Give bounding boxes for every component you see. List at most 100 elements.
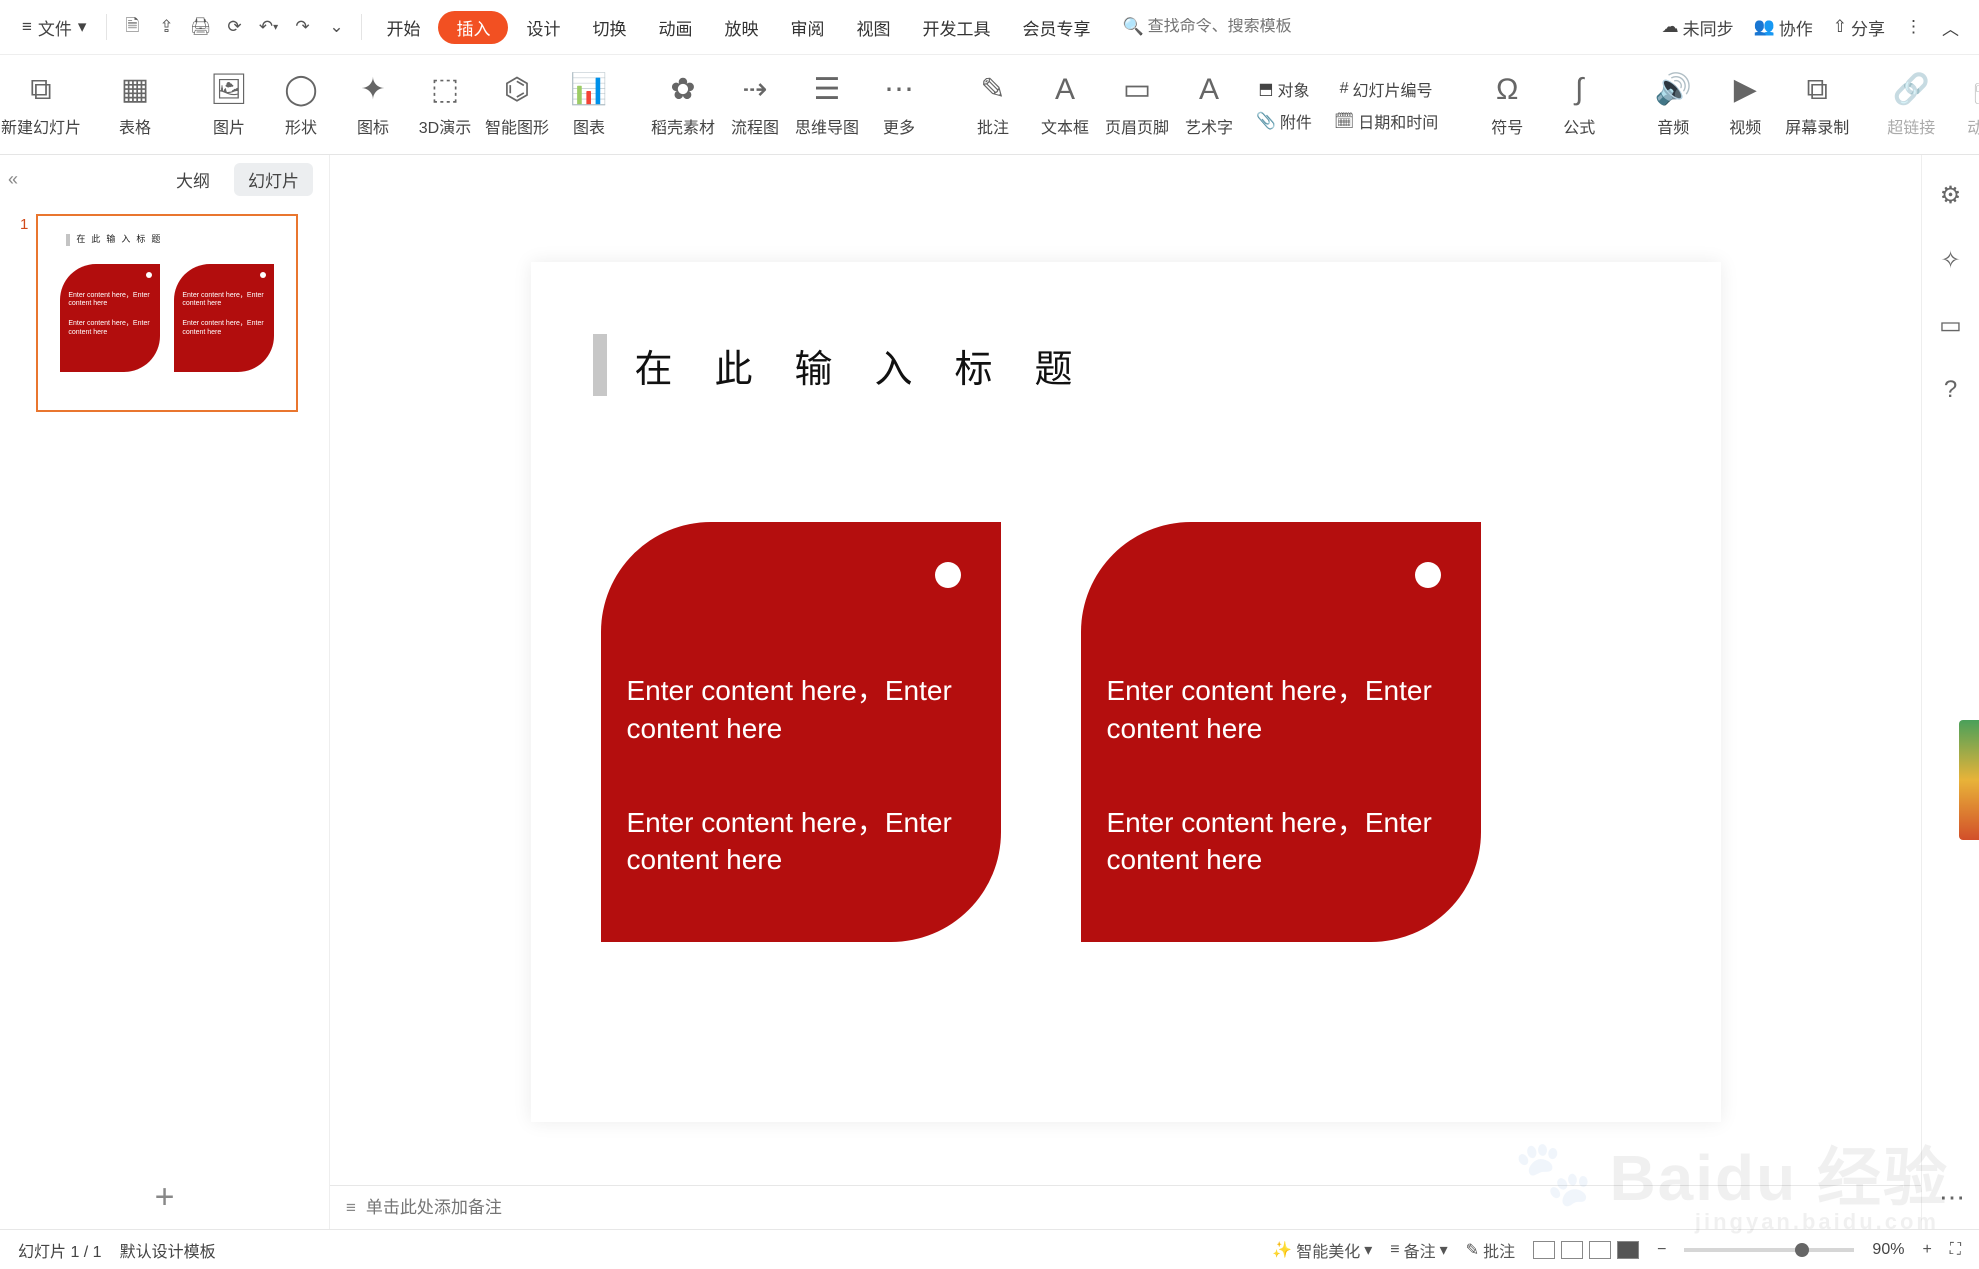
zoom-out-button[interactable]: − bbox=[1657, 1241, 1666, 1259]
tab-animation[interactable]: 动画 bbox=[644, 9, 706, 46]
object-button[interactable]: ⬒对象 bbox=[1256, 77, 1312, 101]
flowchart-button[interactable]: ⇢流程图 bbox=[730, 72, 780, 138]
comment-icon: ✎ bbox=[1466, 1240, 1479, 1260]
undo-button[interactable]: ↶▾ bbox=[253, 12, 283, 42]
notes-bar[interactable]: ≡ bbox=[330, 1185, 1921, 1229]
object-icon: ⬒ bbox=[1258, 79, 1273, 99]
video-button[interactable]: ▶视频 bbox=[1720, 72, 1770, 138]
tab-design[interactable]: 设计 bbox=[512, 9, 574, 46]
equation-button[interactable]: ∫公式 bbox=[1554, 72, 1604, 138]
print-preview-button[interactable]: ⇪ bbox=[151, 12, 181, 42]
tab-devtools[interactable]: 开发工具 bbox=[908, 9, 1004, 46]
outline-tab[interactable]: 大纲 bbox=[162, 163, 224, 196]
wordart-button[interactable]: A艺术字 bbox=[1184, 72, 1234, 138]
notes-input[interactable] bbox=[366, 1198, 1905, 1218]
settings-icon[interactable]: ⚙ bbox=[1940, 181, 1962, 210]
textbox-button[interactable]: A文本框 bbox=[1040, 72, 1090, 138]
slide-canvas[interactable]: 在此输入标题 Enter content here，Enter content … bbox=[531, 262, 1721, 1122]
normal-view-button[interactable] bbox=[1533, 1241, 1555, 1259]
search-icon: 🔍 bbox=[1122, 17, 1143, 37]
content-card-2[interactable]: Enter content here，Enter content here En… bbox=[1081, 522, 1481, 942]
separator bbox=[361, 14, 362, 40]
chevron-down-icon: ⌄ bbox=[329, 17, 343, 37]
thumbnail-list[interactable]: 1 在此输入标题 Enter content here，Enter conten… bbox=[0, 204, 329, 1166]
headerfooter-button[interactable]: ▭页眉页脚 bbox=[1112, 72, 1162, 138]
action-button[interactable]: 🖱动作 bbox=[1958, 72, 1979, 138]
new-slide-icon: ⧉ bbox=[30, 72, 51, 108]
tab-review[interactable]: 审阅 bbox=[776, 9, 838, 46]
thumb-number: 1 bbox=[20, 214, 28, 412]
screenrec-icon: ⧉ bbox=[1807, 72, 1828, 108]
more-quick-button[interactable]: ⌄ bbox=[321, 12, 351, 42]
slides-tab[interactable]: 幻灯片 bbox=[234, 163, 313, 196]
picture-icon: 🖼 bbox=[210, 72, 248, 108]
file-menu[interactable]: ≡ 文件 ▾ bbox=[12, 11, 96, 44]
slideshow-view-button[interactable] bbox=[1617, 1241, 1639, 1259]
icons-button[interactable]: ✦图标 bbox=[348, 72, 398, 138]
mindmap-button[interactable]: ☰思维导图 bbox=[802, 72, 852, 138]
notes-icon: ≡ bbox=[346, 1198, 356, 1218]
chart-button[interactable]: 📊图表 bbox=[564, 72, 614, 138]
slide-number-button[interactable]: #幻灯片编号 bbox=[1334, 77, 1438, 101]
attachment-button[interactable]: 📎附件 bbox=[1256, 109, 1312, 133]
screenrec-button[interactable]: ⧉屏幕录制 bbox=[1792, 72, 1842, 138]
comments-toggle-button[interactable]: ✎批注 bbox=[1466, 1238, 1515, 1262]
redo-icon: ↷ bbox=[295, 17, 309, 37]
symbol-button[interactable]: Ω符号 bbox=[1482, 72, 1532, 138]
more-insert-button[interactable]: ⋯更多 bbox=[874, 72, 924, 138]
share-button[interactable]: ⇧ 分享 bbox=[1825, 11, 1893, 44]
docer-button[interactable]: ✿稻壳素材 bbox=[658, 72, 708, 138]
tab-insert[interactable]: 插入 bbox=[438, 11, 508, 44]
thumbnail-item[interactable]: 1 在此输入标题 Enter content here，Enter conten… bbox=[20, 214, 309, 412]
collapse-ribbon-button[interactable]: ︿ bbox=[1934, 11, 1967, 44]
side-handle[interactable] bbox=[1959, 720, 1979, 840]
tab-member[interactable]: 会员专享 bbox=[1008, 9, 1104, 46]
3d-present-button[interactable]: ⬚3D演示 bbox=[420, 72, 470, 138]
undo-icon: ↶ bbox=[259, 17, 273, 37]
smartart-button[interactable]: ⌬智能图形 bbox=[492, 72, 542, 138]
redo-button[interactable]: ↷ bbox=[287, 12, 317, 42]
tab-start[interactable]: 开始 bbox=[372, 9, 434, 46]
slide-editor[interactable]: 在此输入标题 Enter content here，Enter content … bbox=[330, 155, 1921, 1229]
tab-slideshow[interactable]: 放映 bbox=[710, 9, 772, 46]
shapes-button[interactable]: ◯形状 bbox=[276, 72, 326, 138]
tab-transition[interactable]: 切换 bbox=[578, 9, 640, 46]
coop-button[interactable]: 👥 协作 bbox=[1746, 11, 1821, 44]
comment-button[interactable]: ✎批注 bbox=[968, 72, 1018, 138]
mindmap-icon: ☰ bbox=[814, 72, 841, 108]
content-card-1[interactable]: Enter content here，Enter content here En… bbox=[601, 522, 1001, 942]
print-button[interactable]: 🖨 bbox=[185, 12, 215, 42]
thumbnail-preview[interactable]: 在此输入标题 Enter content here，Enter content … bbox=[36, 214, 298, 412]
save-button[interactable]: 🗎 bbox=[117, 12, 147, 42]
refresh-button[interactable]: ⟳ bbox=[219, 12, 249, 42]
tab-view[interactable]: 视图 bbox=[842, 9, 904, 46]
datetime-button[interactable]: 🗓日期和时间 bbox=[1334, 109, 1438, 133]
notes-toggle-button[interactable]: ≡备注▾ bbox=[1390, 1238, 1447, 1262]
help-icon[interactable]: ? bbox=[1944, 376, 1957, 404]
table-icon: ▦ bbox=[121, 72, 149, 108]
search-input[interactable] bbox=[1148, 18, 1318, 36]
chevron-up-icon: ︿ bbox=[1942, 15, 1959, 40]
sorter-view-button[interactable] bbox=[1561, 1241, 1583, 1259]
command-search[interactable]: 🔍 bbox=[1114, 13, 1325, 41]
table-button[interactable]: ▦表格 bbox=[110, 72, 160, 138]
more-options-button[interactable]: ⋯ bbox=[1939, 1182, 1965, 1213]
fit-button[interactable]: ⛶ bbox=[1950, 1241, 1961, 1259]
slide-title[interactable]: 在此输入标题 bbox=[593, 334, 1115, 396]
collapse-panel-button[interactable]: « bbox=[8, 169, 18, 190]
reading-view-button[interactable] bbox=[1589, 1241, 1611, 1259]
zoom-in-button[interactable]: + bbox=[1922, 1241, 1931, 1259]
audio-button[interactable]: 🔊音频 bbox=[1648, 72, 1698, 138]
picture-button[interactable]: 🖼图片 bbox=[204, 72, 254, 138]
smart-beautify-button[interactable]: ✨智能美化▾ bbox=[1272, 1238, 1372, 1262]
add-slide-button[interactable]: + bbox=[0, 1166, 329, 1229]
sync-button[interactable]: ☁ 未同步 bbox=[1654, 11, 1742, 44]
hyperlink-button[interactable]: 🔗超链接 bbox=[1886, 72, 1936, 138]
chevron-down-icon: ▾ bbox=[1364, 1240, 1372, 1260]
slider-knob[interactable] bbox=[1795, 1243, 1809, 1257]
new-slide-button[interactable]: ⧉新建幻灯片 bbox=[16, 72, 66, 138]
star-icon[interactable]: ✧ bbox=[1940, 246, 1960, 275]
zoom-slider[interactable] bbox=[1684, 1248, 1854, 1252]
more-button[interactable]: ⋮ bbox=[1897, 13, 1930, 41]
present-icon[interactable]: ▭ bbox=[1939, 311, 1962, 340]
